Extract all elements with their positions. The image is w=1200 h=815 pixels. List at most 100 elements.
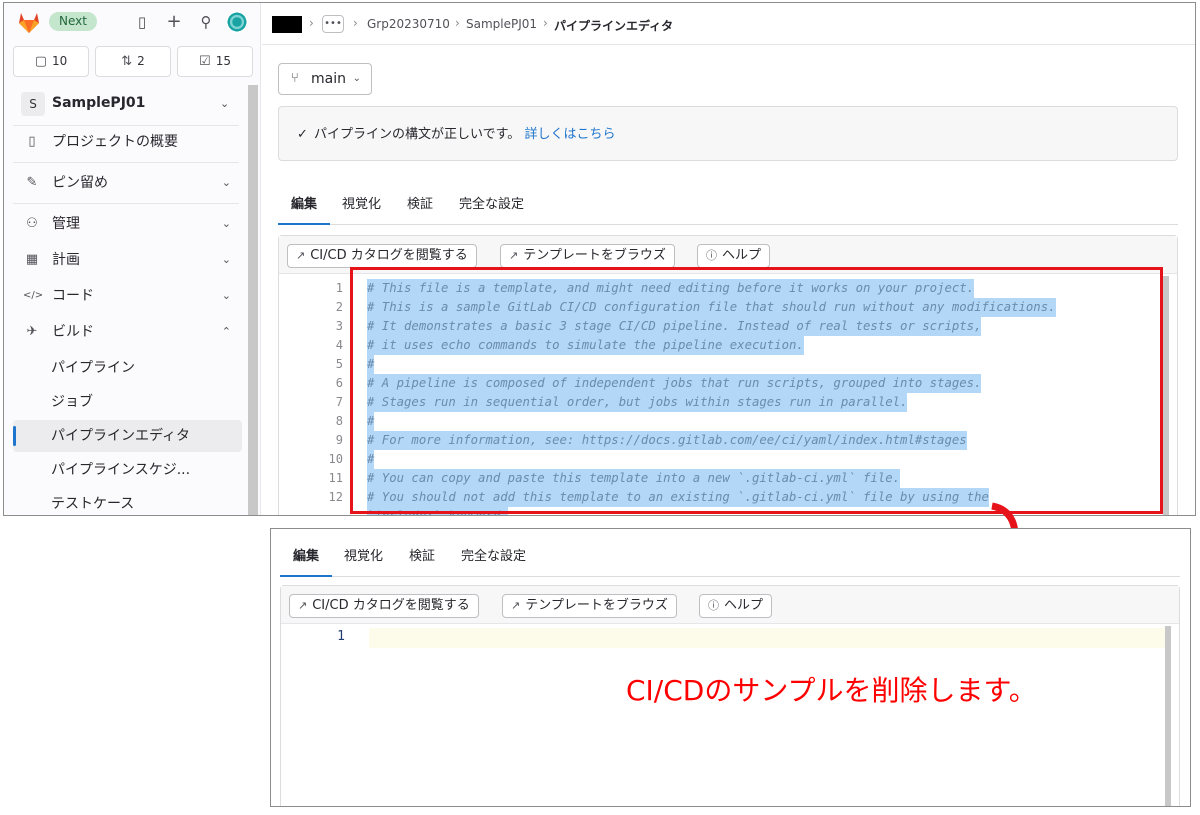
code-line[interactable]: # it uses echo commands to simulate the … [367,336,804,355]
sidebar-item-label: プロジェクトの概要 [52,134,178,150]
merge-request-icon: ⇅ [121,54,133,69]
sidebar: Next ▯ + ⚲ ▢ 10 ⇅ 2 ☑ 15 S SamplePJ01 ⌄ ▯ プ… [4,3,261,515]
branch-icon: ⑂ [291,71,299,86]
sidebar-item-build[interactable]: ✈ ビルド ⌃ [13,316,243,348]
sidebar-item-manage[interactable]: ⚇ 管理 ⌄ [13,208,243,240]
branch-selector[interactable]: ⑂ main ⌄ [278,63,372,95]
sidebar-item-plan[interactable]: ▦ 計画 ⌄ [13,244,243,276]
learn-more-link[interactable]: 詳しくはこちら [524,127,615,142]
tab-validate[interactable]: 検証 [409,545,435,577]
help-button[interactable]: ⓘ ヘルプ [697,244,771,268]
browse-catalog-button[interactable]: ↗ CI/CD カタログを閲覧する [289,594,479,618]
after-screenshot: 編集 視覚化 検証 完全な設定 ↗ CI/CD カタログを閲覧する ↗ テンプレート… [270,528,1191,807]
sidebar-subitem-jobs[interactable]: ジョブ [13,386,242,418]
line-number: 8 [335,414,343,428]
breadcrumb-separator: › [543,16,548,30]
breadcrumb-separator: › [309,16,314,30]
line-number: 12 [328,490,343,504]
code-line[interactable]: # [367,412,375,431]
line-number: 5 [335,357,343,371]
next-badge[interactable]: Next [49,12,97,31]
code-editor: ↗ CI/CD カタログを閲覧する ↗ テンプレートをブラウズ ⓘ ヘルプ 1 # Th… [278,235,1178,515]
divider [13,162,239,163]
button-label: ヘルプ [722,248,762,263]
sidebar-item-label: 管理 [52,216,80,232]
check-icon: ✓ [297,127,308,142]
browse-templates-button[interactable]: ↗ テンプレートをブラウズ [502,594,677,618]
line-number: 2 [335,300,343,314]
code-line[interactable]: # This is a sample GitLab CI/CD configur… [367,298,1056,317]
tab-edit[interactable]: 編集 [291,193,317,225]
tab-validate[interactable]: 検証 [407,193,433,225]
sidebar-toggle-icon[interactable]: ▯ [132,12,152,32]
gitlab-logo-icon[interactable] [16,10,42,34]
sidebar-subitem-pipelines[interactable]: パイプライン [13,352,242,384]
merge-requests-count: 2 [137,54,145,68]
sidebar-item-pinned[interactable]: ✎ ピン留め ⌄ [13,167,243,199]
browse-templates-button[interactable]: ↗ テンプレートをブラウズ [500,244,675,268]
external-link-icon: ↗ [298,599,308,612]
editor-scrollbar[interactable] [1163,276,1169,515]
breadcrumb-group[interactable]: Grp20230710 [367,17,450,31]
calendar-icon: ▦ [25,252,39,267]
search-icon[interactable]: ⚲ [196,12,216,32]
project-switcher[interactable]: S SamplePJ01 ⌄ [13,89,243,121]
breadcrumb-more-button[interactable]: ••• [322,15,344,33]
breadcrumb-project[interactable]: SamplePJ01 [466,17,537,31]
todos-counter[interactable]: ☑ 15 [177,46,253,77]
divider [13,203,239,204]
sidebar-scrollbar[interactable] [248,85,258,515]
help-button[interactable]: ⓘ ヘルプ [699,594,773,618]
breadcrumb-separator: › [455,16,460,30]
sidebar-subitem-pipeline-editor[interactable]: パイプラインエディタ [13,420,242,452]
breadcrumb-separator: › [353,16,358,30]
tab-edit[interactable]: 編集 [293,545,319,577]
tab-full-config[interactable]: 完全な設定 [459,193,524,225]
new-plus-icon[interactable]: + [164,12,184,32]
code-line[interactable]: # Stages run in sequential order, but jo… [367,393,908,412]
code-line[interactable]: `include:` keyword. [367,507,508,515]
code-line[interactable]: # For more information, see: https://doc… [367,431,967,450]
sidebar-subitem-label: ジョブ [51,394,93,410]
empty-code-line[interactable] [369,628,1166,648]
sidebar-subitem-pipeline-schedules[interactable]: パイプラインスケジ... [13,454,242,486]
browse-catalog-button[interactable]: ↗ CI/CD カタログを閲覧する [287,244,477,268]
line-number: 6 [335,376,343,390]
line-number: 10 [328,452,343,466]
issues-counter[interactable]: ▢ 10 [13,46,89,77]
project-avatar: S [21,92,45,116]
tab-visualize[interactable]: 視覚化 [342,193,381,225]
code-line[interactable]: # This file is a template, and might nee… [367,279,975,298]
sidebar-subitem-label: テストケース [51,496,135,512]
sidebar-item-code[interactable]: </> コード ⌄ [13,280,243,312]
active-indicator [13,426,16,446]
active-tab-underline [278,223,330,225]
sidebar-item-label: ビルド [52,324,94,340]
todo-icon: ☑ [199,54,211,69]
merge-requests-counter[interactable]: ⇅ 2 [95,46,171,77]
info-icon: ⓘ [706,249,717,262]
issues-icon: ▢ [34,54,47,69]
code-line[interactable]: # [367,450,375,469]
button-label: CI/CD カタログを閲覧する [310,248,468,263]
breadcrumb: › ••• › Grp20230710 › SamplePJ01 › パイプライ… [262,3,1195,45]
sidebar-item-overview[interactable]: ▯ プロジェクトの概要 [13,126,243,158]
sidebar-subitem-test-cases[interactable]: テストケース [13,488,242,515]
tab-visualize[interactable]: 視覚化 [344,545,383,577]
editor-toolbar: ↗ CI/CD カタログを閲覧する ↗ テンプレートをブラウズ ⓘ ヘルプ [279,236,1177,274]
code-line[interactable]: # [367,355,375,374]
tab-full-config[interactable]: 完全な設定 [461,545,526,577]
code-line[interactable]: # You should not add this template to an… [367,488,989,507]
chevron-down-icon: ⌄ [221,253,231,266]
user-avatar[interactable] [226,11,248,33]
button-label: CI/CD カタログを閲覧する [312,598,470,613]
code-icon: </> [23,290,44,301]
code-line[interactable]: # A pipeline is composed of independent … [367,374,982,393]
sidebar-item-label: 計画 [52,252,80,268]
editor-scrollbar[interactable] [1165,626,1171,806]
redacted-group [272,16,302,33]
line-number: 7 [335,395,343,409]
code-area[interactable]: 1 # This file is a template, and might ne… [279,276,1177,515]
code-line[interactable]: # You can copy and paste this template i… [367,469,901,488]
code-line[interactable]: # It demonstrates a basic 3 stage CI/CD … [367,317,982,336]
